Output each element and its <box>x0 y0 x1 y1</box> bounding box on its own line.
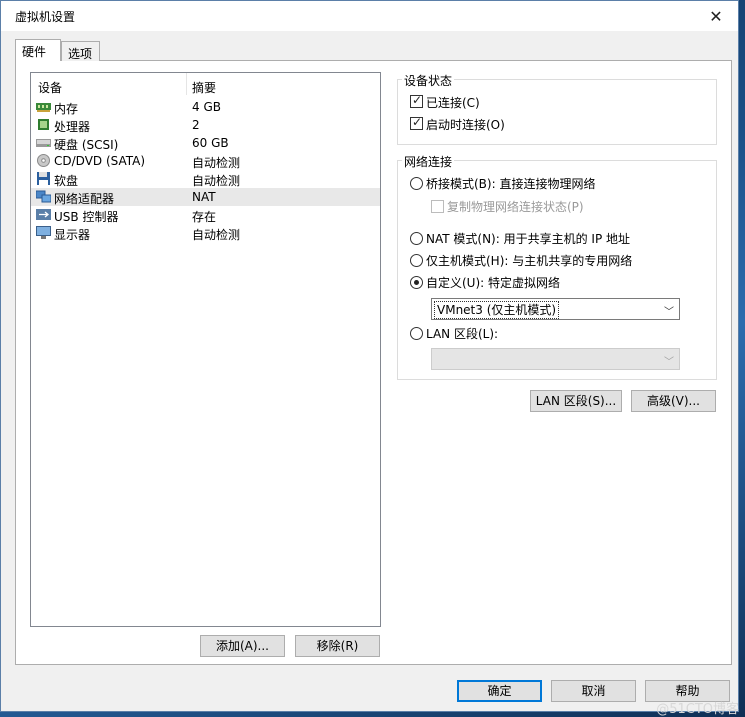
device-name: USB 控制器 <box>54 210 119 224</box>
device-summary: NAT <box>192 190 216 204</box>
device-name: CD/DVD (SATA) <box>54 154 146 168</box>
device-summary: 存在 <box>192 210 217 224</box>
device-row-floppy[interactable]: 软盘 自动检测 <box>31 170 380 188</box>
connected-checkbox[interactable] <box>410 93 423 108</box>
connect-at-power-on-label[interactable]: 启动时连接(O) <box>426 116 505 133</box>
device-list-header: 设备 摘要 <box>31 73 380 95</box>
column-summary[interactable]: 摘要 <box>192 79 216 96</box>
memory-icon <box>36 103 51 112</box>
lan-segment-label[interactable]: LAN 区段(L): <box>426 325 498 342</box>
replicate-state-label[interactable]: 复制物理网络连接状态(P) <box>447 198 584 215</box>
device-summary: 自动检测 <box>192 228 241 242</box>
device-row-hard-disk[interactable]: 硬盘 (SCSI) 60 GB <box>31 134 380 152</box>
tab-hardware[interactable]: 硬件 <box>15 39 61 61</box>
title-bar: 虚拟机设置 ✕ <box>1 1 738 31</box>
custom-network-value: VMnet3 (仅主机模式) <box>434 301 560 319</box>
network-adapter-icon <box>36 190 51 203</box>
device-summary: 60 GB <box>192 136 229 150</box>
host-only-radio[interactable] <box>410 254 423 267</box>
column-separator <box>186 73 187 95</box>
usb-icon <box>36 209 51 220</box>
cd-dvd-icon <box>37 154 50 167</box>
chevron-down-icon: ﹀ <box>664 357 674 368</box>
device-summary: 2 <box>192 118 200 132</box>
bridged-radio[interactable] <box>410 177 423 190</box>
connected-label[interactable]: 已连接(C) <box>426 94 480 111</box>
device-summary: 4 GB <box>192 100 221 114</box>
device-name: 处理器 <box>54 120 91 134</box>
window-title: 虚拟机设置 <box>15 10 76 24</box>
advanced-button[interactable]: 高级(V)... <box>631 390 716 412</box>
device-name: 内存 <box>54 102 79 116</box>
nat-label[interactable]: NAT 模式(N): 用于共享主机的 IP 地址 <box>426 230 630 247</box>
device-status-title: 设备状态 <box>402 72 455 89</box>
floppy-icon <box>37 172 50 185</box>
lan-segment-radio[interactable] <box>410 327 423 340</box>
processor-icon <box>38 119 49 130</box>
device-name: 软盘 <box>54 174 79 188</box>
add-device-button[interactable]: 添加(A)... <box>200 635 285 657</box>
bridged-label[interactable]: 桥接模式(B): 直接连接物理网络 <box>426 175 595 192</box>
column-device[interactable]: 设备 <box>38 79 62 96</box>
close-button[interactable]: ✕ <box>694 1 738 31</box>
ok-button[interactable]: 确定 <box>457 680 542 702</box>
device-row-network-adapter[interactable]: 网络适配器 NAT <box>31 188 380 206</box>
close-icon: ✕ <box>709 6 723 26</box>
display-icon <box>36 226 51 239</box>
device-row-memory[interactable]: 内存 4 GB <box>31 98 380 116</box>
lan-segment-select[interactable]: ﹀ <box>431 348 680 370</box>
custom-label[interactable]: 自定义(U): 特定虚拟网络 <box>426 274 560 291</box>
network-connection-group <box>397 160 717 380</box>
device-row-cd-dvd[interactable]: CD/DVD (SATA) 自动检测 <box>31 152 380 170</box>
chevron-down-icon: ﹀ <box>664 307 674 318</box>
device-row-usb[interactable]: USB 控制器 存在 <box>31 206 380 224</box>
device-name: 显示器 <box>54 228 91 242</box>
device-summary: 自动检测 <box>192 174 241 188</box>
custom-network-select[interactable]: VMnet3 (仅主机模式) ﹀ <box>431 298 680 320</box>
tab-options[interactable]: 选项 <box>61 41 100 61</box>
nat-radio[interactable] <box>410 232 423 245</box>
device-name: 硬盘 (SCSI) <box>54 138 119 152</box>
watermark: @51CTO博客 <box>656 702 739 717</box>
network-connection-title: 网络连接 <box>402 153 455 170</box>
device-list[interactable]: 设备 摘要 内存 4 GB 处理器 2 硬盘 (SCSI) 60 GB CD/D… <box>30 72 381 627</box>
custom-radio[interactable] <box>410 276 423 289</box>
connect-at-power-on-checkbox[interactable] <box>410 115 423 130</box>
device-name: 网络适配器 <box>54 192 115 206</box>
device-row-processor[interactable]: 处理器 2 <box>31 116 380 134</box>
hard-disk-icon <box>36 139 51 147</box>
device-summary: 自动检测 <box>192 156 241 170</box>
replicate-state-checkbox[interactable] <box>431 200 444 213</box>
cancel-button[interactable]: 取消 <box>551 680 636 702</box>
lan-segments-button[interactable]: LAN 区段(S)... <box>530 390 622 412</box>
host-only-label[interactable]: 仅主机模式(H): 与主机共享的专用网络 <box>426 252 632 269</box>
vm-settings-dialog: 虚拟机设置 ✕ 硬件 选项 设备 摘要 内存 4 GB 处理器 2 硬盘 (SC… <box>0 0 739 712</box>
device-row-display[interactable]: 显示器 自动检测 <box>31 224 380 242</box>
remove-device-button[interactable]: 移除(R) <box>295 635 380 657</box>
